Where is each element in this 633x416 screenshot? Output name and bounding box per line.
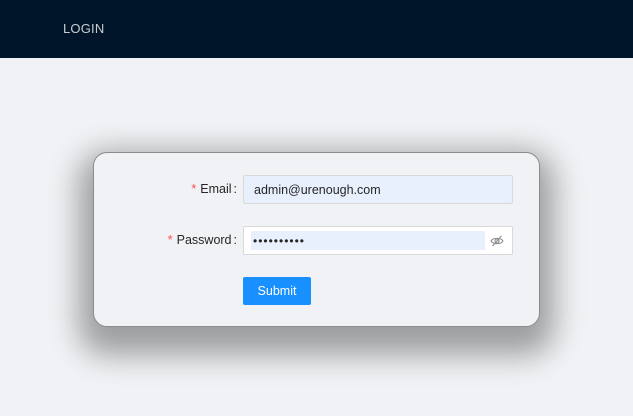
- submit-button[interactable]: Submit: [243, 277, 311, 305]
- password-field-wrapper: [243, 226, 513, 255]
- required-mark: *: [167, 233, 173, 247]
- label-colon: :: [233, 233, 237, 247]
- required-mark: *: [191, 182, 197, 196]
- top-nav-bar: LOGIN: [0, 0, 633, 58]
- nav-login-link[interactable]: LOGIN: [63, 21, 104, 36]
- label-colon: :: [233, 182, 237, 196]
- email-label: * Email:: [191, 182, 237, 196]
- email-label-text: Email: [200, 182, 232, 196]
- eye-invisible-icon[interactable]: [490, 234, 504, 248]
- email-field-wrapper: [243, 175, 513, 204]
- email-form-row: * Email:: [94, 175, 539, 205]
- email-field[interactable]: [244, 176, 512, 203]
- password-label-text: Password: [176, 233, 232, 247]
- password-autofill-area: [251, 231, 485, 250]
- password-field[interactable]: [251, 231, 485, 250]
- password-form-row: * Password:: [94, 226, 539, 256]
- password-label: * Password:: [168, 233, 237, 247]
- login-card: *Email: *Password: Submit: [93, 152, 540, 327]
